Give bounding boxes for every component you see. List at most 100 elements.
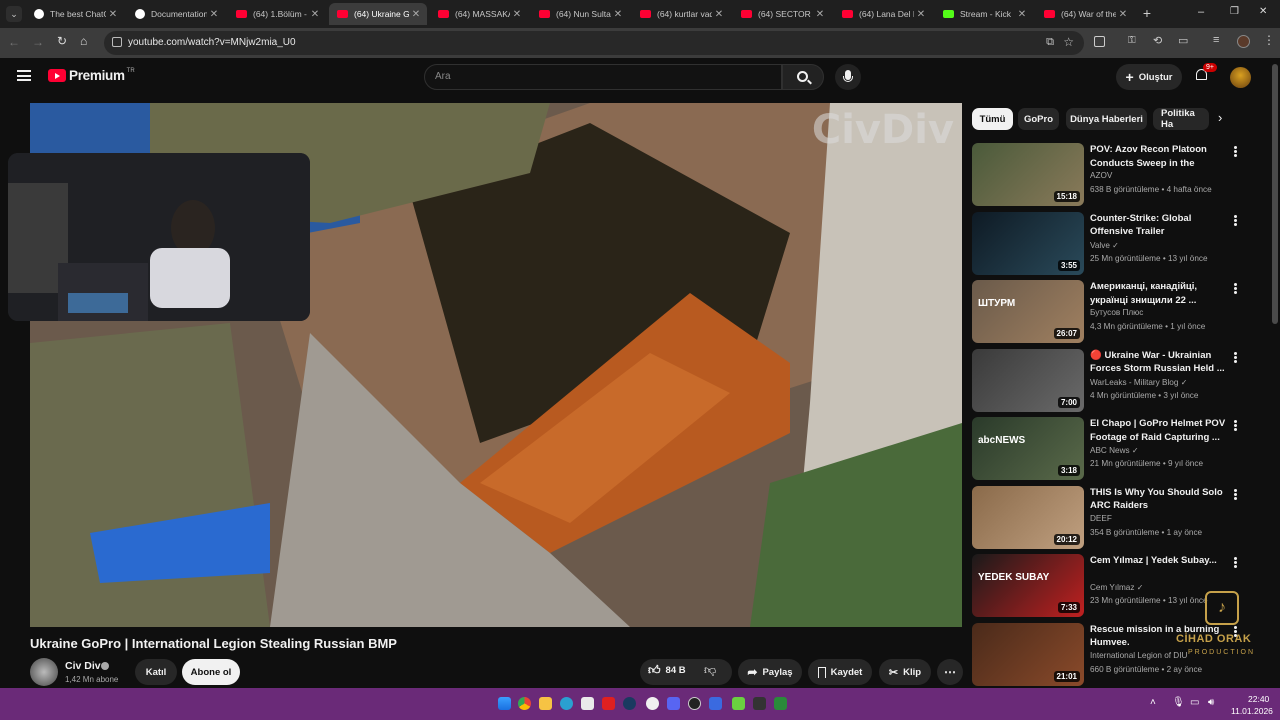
close-tab-icon[interactable]: ✕ (813, 9, 827, 20)
recommendation-title[interactable]: Counter-Strike: Global Offensive Trailer (1090, 212, 1226, 239)
channel-avatar[interactable] (30, 658, 58, 686)
more-options-icon[interactable] (1230, 214, 1240, 228)
close-tab-icon[interactable]: ✕ (510, 9, 524, 20)
more-options-icon[interactable] (1230, 556, 1240, 570)
site-info-icon[interactable] (112, 37, 122, 47)
app-dark-icon[interactable] (753, 697, 766, 710)
notifications-button[interactable]: 9+ (1194, 63, 1217, 85)
more-options-icon[interactable] (1230, 282, 1240, 296)
recommendation-channel[interactable]: AZOV (1090, 171, 1112, 180)
tab-7[interactable]: (64) kurtlar vad ✕ (632, 3, 730, 25)
browser-menu-icon[interactable]: ⋮ (1263, 33, 1275, 47)
create-button[interactable]: + Oluştur (1116, 64, 1182, 90)
recommendation-title[interactable]: Cem Yılmaz | Yedek Subay... (1090, 554, 1226, 568)
like-button[interactable]: 👍︎ 84 B (648, 663, 686, 678)
video-thumbnail[interactable]: abcNEWS 3:18 (972, 417, 1084, 480)
save-button[interactable]: Kaydet (808, 659, 872, 685)
more-actions-button[interactable]: ⋯ (937, 659, 963, 685)
more-options-icon[interactable] (1230, 419, 1240, 433)
close-tab-icon[interactable]: ✕ (914, 9, 928, 20)
store-icon[interactable] (581, 697, 594, 710)
edge-icon[interactable] (560, 697, 573, 710)
clock-date[interactable]: 11.01.2026 (1231, 706, 1273, 716)
home-icon[interactable]: ⌂ (80, 34, 87, 48)
bookmark-star-icon[interactable]: ☆ (1063, 35, 1074, 49)
clip-button[interactable]: ✂ Klip (879, 659, 931, 685)
close-tab-icon[interactable]: ✕ (712, 9, 726, 20)
search-button[interactable] (782, 64, 824, 90)
recommendation-channel[interactable]: WarLeaks - Military Blog ✓ (1090, 377, 1188, 387)
subscribe-button[interactable]: Abone ol (182, 659, 240, 685)
recommendation-channel[interactable]: Бутусов Плюс (1090, 308, 1143, 317)
recommendation-title[interactable]: POV: Azov Recon Platoon Conducts Sweep i… (1090, 143, 1226, 170)
cast-icon[interactable]: ⧉ (1046, 36, 1054, 49)
tab-5[interactable]: (64) MASSAKA ✕ (430, 3, 528, 25)
recommendation-item[interactable]: 7:00 🔴 Ukraine War - Ukrainian Forces St… (972, 348, 1242, 413)
dislike-button[interactable]: 👎︎ (704, 663, 716, 678)
video-thumbnail[interactable]: 3:55 (972, 211, 1084, 275)
share-button[interactable]: ➦ Paylaş (738, 659, 802, 685)
new-tab-button[interactable]: + (1139, 5, 1155, 21)
more-options-icon[interactable] (1230, 351, 1240, 365)
tab-2[interactable]: Documentation ✕ (127, 3, 225, 25)
recommendation-item[interactable]: 20:12 THIS Is Why You Should Solo ARC Ra… (972, 485, 1242, 550)
more-options-icon[interactable] (1230, 145, 1240, 159)
tab-8[interactable]: (64) SECTOR E ✕ (733, 3, 831, 25)
close-window-button[interactable]: ✕ (1259, 6, 1267, 17)
youtube-logo[interactable]: Premium TR (48, 68, 135, 83)
app-icon[interactable] (602, 697, 615, 710)
extensions-icon[interactable] (1094, 36, 1105, 47)
tab-search-chevron-icon[interactable]: ⌄ (6, 6, 22, 22)
chip-3[interactable]: Dünya Haberleri (1066, 108, 1147, 130)
steam-icon[interactable] (623, 697, 636, 710)
profile-avatar[interactable] (1237, 35, 1250, 48)
forward-icon[interactable]: → (32, 35, 44, 49)
close-tab-icon[interactable]: ✕ (1116, 9, 1130, 20)
recommendation-title[interactable]: Американці, канадійці, українці знищили … (1090, 280, 1226, 307)
clock-time[interactable]: 22:40 (1248, 694, 1269, 704)
video-thumbnail[interactable]: 20:12 (972, 485, 1084, 549)
tab-3[interactable]: (64) 1.Bölüm - ✕ (228, 3, 326, 25)
account-avatar[interactable] (1230, 67, 1251, 88)
menu-hamburger-icon[interactable] (17, 70, 31, 81)
recommendation-channel[interactable]: International Legion of DIU (1090, 651, 1187, 660)
file-explorer-icon[interactable] (539, 697, 552, 710)
channel-name[interactable]: Civ Div (65, 660, 101, 672)
video-thumbnail[interactable]: 7:00 (972, 348, 1084, 412)
chip-2[interactable]: GoPro (1018, 108, 1059, 130)
video-thumbnail[interactable]: 21:01 (972, 622, 1084, 686)
recommendation-item[interactable]: abcNEWS 3:18 El Chapo | GoPro Helmet POV… (972, 417, 1242, 481)
network-icon[interactable]: ▭ (1190, 697, 1199, 708)
password-key-icon[interactable]: ⚿ (1128, 35, 1136, 46)
mail-icon[interactable] (709, 697, 722, 710)
start-windows-icon[interactable] (498, 697, 511, 710)
chrome-icon[interactable] (518, 697, 531, 710)
address-bar[interactable]: youtube.com/watch?v=MNjw2mia_U0 ⧉ ☆ (104, 31, 1084, 55)
reading-list-icon[interactable]: ≡ (1213, 34, 1219, 46)
tab-10[interactable]: Stream - Kick ✕ (935, 3, 1033, 25)
video-thumbnail[interactable]: ШТУРМ 26:07 (972, 280, 1084, 343)
reload-icon[interactable]: ↻ (57, 34, 67, 48)
recommendation-title[interactable]: El Chapo | GoPro Helmet POV Footage of R… (1090, 417, 1226, 444)
downloads-icon[interactable]: ▭ (1178, 34, 1188, 47)
chip-1[interactable]: Tümü (972, 108, 1013, 130)
history-icon[interactable]: ⟲ (1153, 34, 1162, 47)
chip-4[interactable]: Politika Ha (1153, 108, 1209, 130)
search-input[interactable]: Ara (424, 64, 782, 90)
chips-next-icon[interactable]: › (1218, 110, 1222, 125)
recommendation-channel[interactable]: ABC News ✓ (1090, 445, 1139, 455)
app-round-icon[interactable] (646, 697, 659, 710)
recommendation-channel[interactable]: Cem Yılmaz ✓ (1090, 582, 1144, 592)
tray-chevron-icon[interactable]: ˄ (1150, 697, 1156, 708)
close-tab-icon[interactable]: ✕ (409, 9, 423, 20)
recommendation-item[interactable]: YEDEK SUBAY 7:33 Cem Yılmaz | Yedek Suba… (972, 554, 1242, 618)
more-options-icon[interactable] (1230, 488, 1240, 502)
video-thumbnail[interactable]: 15:18 (972, 143, 1084, 206)
recommendation-item[interactable]: 15:18 POV: Azov Recon Platoon Conducts S… (972, 143, 1242, 207)
close-tab-icon[interactable]: ✕ (106, 9, 120, 20)
tab-6[interactable]: (64) Nun Sultan ✕ (531, 3, 629, 25)
app-leaf-icon[interactable] (774, 697, 787, 710)
recommendation-channel[interactable]: Valve ✓ (1090, 240, 1119, 250)
join-button[interactable]: Katıl (135, 659, 177, 685)
back-icon[interactable]: ← (8, 35, 20, 49)
